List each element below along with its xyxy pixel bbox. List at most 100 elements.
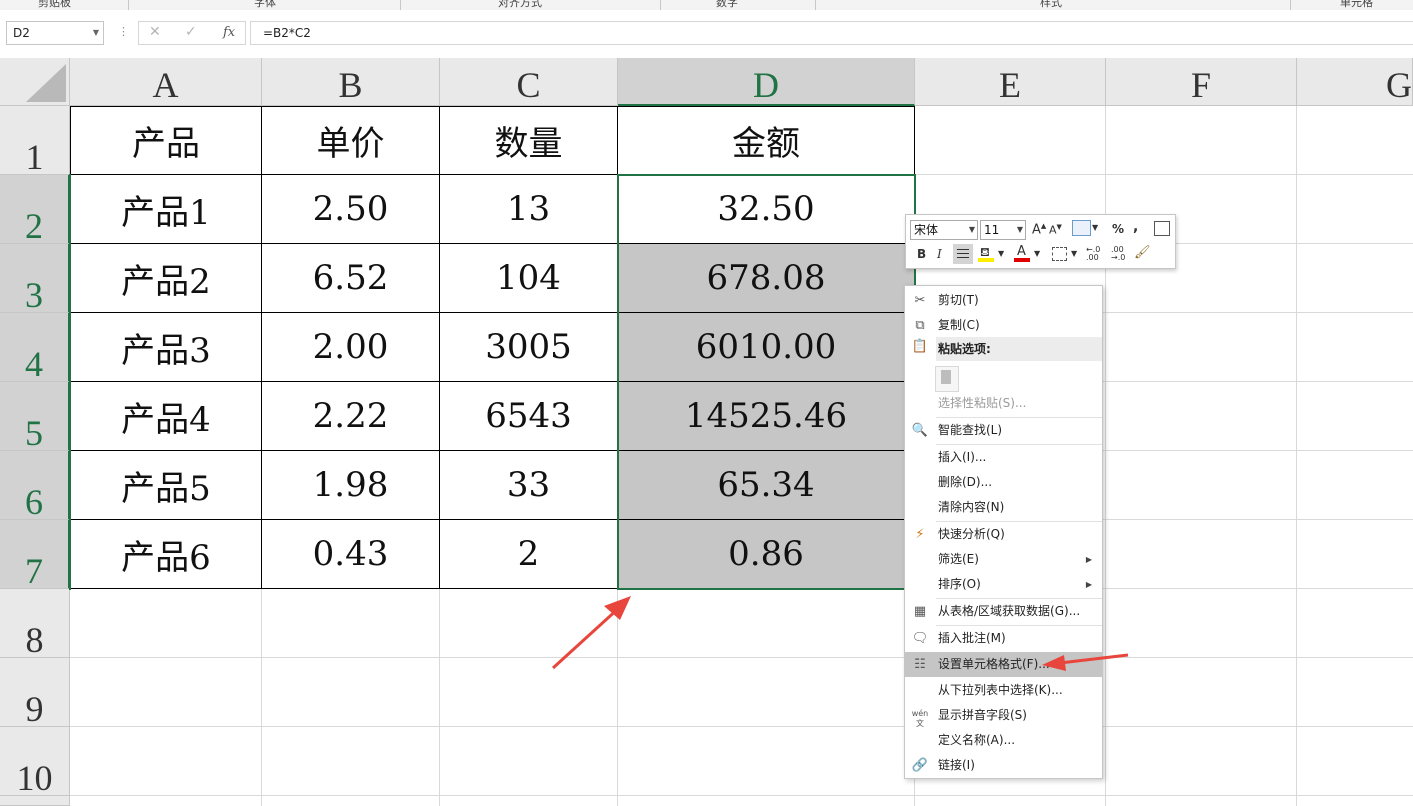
column-header-g[interactable]: G [1297, 58, 1413, 106]
row-header-8[interactable]: 8 [0, 589, 70, 660]
menu-item-filter[interactable]: 筛选(E) ▶ [905, 547, 1102, 572]
menu-item-insert[interactable]: 插入(I)... [905, 445, 1102, 470]
row-header-5[interactable]: 5 [0, 382, 70, 453]
cell-b2[interactable]: 2.50 [262, 175, 440, 244]
menu-item-paste-special[interactable]: 选择性粘贴(S)... [905, 391, 1102, 416]
cell-a3[interactable]: 产品2 [70, 244, 262, 313]
select-all-button[interactable] [0, 58, 70, 106]
menu-item-delete[interactable]: 删除(D)... [905, 470, 1102, 495]
cell-b6[interactable]: 1.98 [262, 451, 440, 520]
menu-item-get-data-from-table[interactable]: ▦ 从表格/区域获取数据(G)... [905, 599, 1102, 624]
fill-color-icon[interactable]: ⛾ [978, 244, 994, 262]
cell-b4[interactable]: 2.00 [262, 313, 440, 382]
chevron-down-icon[interactable]: ▼ [93, 22, 99, 44]
cell-d6[interactable]: 65.34 [618, 451, 915, 520]
cell-d1[interactable]: 金额 [618, 106, 915, 175]
insert-function-icon[interactable]: fx [223, 25, 235, 40]
comma-style-icon[interactable]: , [1133, 219, 1138, 235]
row-header-9[interactable]: 9 [0, 658, 70, 729]
menu-item-pick-from-list[interactable]: 从下拉列表中选择(K)... [905, 678, 1102, 703]
menu-item-copy[interactable]: ⧉ 复制(C) [905, 313, 1102, 338]
cell-c5[interactable]: 6543 [440, 382, 618, 451]
chevron-down-icon[interactable]: ▼ [969, 221, 975, 239]
menu-item-insert-comment[interactable]: 🗨 插入批注(M) [905, 626, 1102, 651]
cell-b7[interactable]: 0.43 [262, 520, 440, 589]
chevron-down-icon[interactable]: ▼ [1034, 249, 1040, 258]
cell-a7[interactable]: 产品6 [70, 520, 262, 589]
column-header-b[interactable]: B [262, 58, 440, 106]
ribbon-group-alignment[interactable]: 对齐方式 [498, 0, 542, 10]
cell-c7[interactable]: 2 [440, 520, 618, 589]
cell-c2[interactable]: 13 [440, 175, 618, 244]
cell-c4[interactable]: 3005 [440, 313, 618, 382]
cell-a4[interactable]: 产品3 [70, 313, 262, 382]
ribbon-group-number[interactable]: 数字 [716, 0, 738, 10]
menu-item-sort[interactable]: 排序(O) ▶ [905, 572, 1102, 597]
menu-item-link[interactable]: 🔗 链接(I) [905, 753, 1102, 778]
center-align-icon[interactable] [953, 244, 973, 264]
column-header-a[interactable]: A [70, 58, 262, 106]
chevron-down-icon[interactable]: ▼ [1092, 223, 1098, 232]
increase-decimal-icon[interactable]: ←.0.00 [1086, 246, 1100, 262]
worksheet-grid[interactable]: A B C D E F G 1 2 3 4 5 6 7 8 9 10 产品 单价… [0, 58, 1413, 806]
cell-d4[interactable]: 6010.00 [618, 313, 915, 382]
paste-clipboard-icon[interactable] [935, 366, 959, 392]
row-header-6[interactable]: 6 [0, 451, 70, 522]
menu-item-show-phonetic[interactable]: wén 文显示拼音字段(S) [905, 703, 1102, 728]
ribbon-group-font[interactable]: 字体 [254, 0, 276, 10]
format-painter-icon[interactable]: 🖌 [1134, 245, 1151, 260]
row-header-7[interactable]: 7 [0, 520, 70, 591]
shrink-font-icon[interactable]: A▼ [1049, 223, 1062, 237]
cell-a2[interactable]: 产品1 [70, 175, 262, 244]
column-header-c[interactable]: C [440, 58, 618, 106]
font-name-combo[interactable]: 宋体 ▼ [910, 220, 978, 240]
row-header-10[interactable]: 10 [0, 727, 70, 798]
name-box[interactable]: D2 ▼ [6, 21, 104, 45]
row-header-11[interactable] [0, 796, 70, 806]
column-header-d[interactable]: D [618, 58, 915, 106]
formula-input[interactable]: =B2*C2 [250, 21, 1413, 45]
font-color-icon[interactable]: A [1014, 244, 1030, 262]
menu-item-cut[interactable]: ✂ 剪切(T) [905, 288, 1102, 313]
ribbon-group-cells[interactable]: 单元格 [1340, 0, 1373, 10]
menu-item-format-cells[interactable]: ☷ 设置单元格格式(F)... [905, 652, 1102, 677]
row-header-1[interactable]: 1 [0, 106, 70, 177]
bold-icon[interactable]: B [917, 247, 926, 261]
cell-c6[interactable]: 33 [440, 451, 618, 520]
ribbon-group-styles[interactable]: 样式 [1040, 0, 1062, 10]
cell-a1[interactable]: 产品 [70, 106, 262, 175]
row-header-2[interactable]: 2 [0, 175, 70, 246]
ribbon-group-clipboard[interactable]: 剪贴板 [38, 0, 71, 10]
borders-icon[interactable] [1052, 247, 1067, 261]
row-header-4[interactable]: 4 [0, 313, 70, 384]
merge-center-icon[interactable] [1154, 221, 1170, 236]
chevron-down-icon[interactable]: ▼ [998, 249, 1004, 258]
cell-b5[interactable]: 2.22 [262, 382, 440, 451]
cell-c1[interactable]: 数量 [440, 106, 618, 175]
format-style-icon[interactable] [1072, 220, 1091, 236]
enter-icon[interactable]: ✓ [185, 24, 197, 40]
font-size-combo[interactable]: 11 ▼ [980, 220, 1026, 240]
percent-style-icon[interactable]: % [1112, 222, 1124, 236]
chevron-down-icon[interactable]: ▼ [1071, 249, 1077, 258]
menu-item-clear-contents[interactable]: 清除内容(N) [905, 495, 1102, 520]
cancel-icon[interactable]: ✕ [149, 24, 161, 40]
column-header-e[interactable]: E [915, 58, 1106, 106]
italic-icon[interactable]: I [937, 247, 942, 261]
formula-bar-grip-icon[interactable]: ⋮ [118, 25, 129, 38]
cell-b3[interactable]: 6.52 [262, 244, 440, 313]
cell-d7[interactable]: 0.86 [618, 520, 915, 589]
cell-d5[interactable]: 14525.46 [618, 382, 915, 451]
cell-c3[interactable]: 104 [440, 244, 618, 313]
decrease-decimal-icon[interactable]: .00 →.0 [1111, 246, 1125, 262]
column-header-f[interactable]: F [1106, 58, 1297, 106]
menu-item-define-name[interactable]: 定义名称(A)... [905, 728, 1102, 753]
menu-item-quick-analysis[interactable]: ⚡ 快速分析(Q) [905, 522, 1102, 547]
cell-d3[interactable]: 678.08 [618, 244, 915, 313]
chevron-down-icon[interactable]: ▼ [1017, 221, 1023, 239]
cell-a5[interactable]: 产品4 [70, 382, 262, 451]
row-header-3[interactable]: 3 [0, 244, 70, 315]
menu-item-smart-lookup[interactable]: 🔍 智能查找(L) [905, 418, 1102, 443]
cell-a6[interactable]: 产品5 [70, 451, 262, 520]
grow-font-icon[interactable]: A▲ [1032, 222, 1046, 237]
